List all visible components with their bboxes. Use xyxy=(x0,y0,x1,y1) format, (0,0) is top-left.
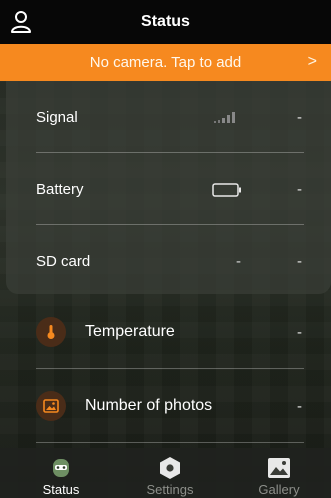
temperature-icon-circle xyxy=(36,317,66,347)
temperature-row: Temperature - xyxy=(36,295,304,369)
battery-value: - xyxy=(297,180,302,198)
thermometer-icon xyxy=(47,325,55,339)
signal-row: Signal - xyxy=(36,81,304,153)
add-camera-text: No camera. Tap to add xyxy=(89,54,242,71)
bottom-tab-bar: Status Settings Gallery xyxy=(0,448,331,498)
hexagon-gear-icon xyxy=(160,457,180,479)
signal-bars-icon xyxy=(214,112,235,123)
battery-icon xyxy=(212,183,241,197)
app-header: Status xyxy=(0,0,331,44)
photos-value: - xyxy=(297,397,302,415)
tab-settings[interactable]: Settings xyxy=(115,448,225,498)
temperature-value: - xyxy=(297,323,302,341)
tab-status-label: Status xyxy=(42,482,80,497)
tab-gallery-label: Gallery xyxy=(258,482,300,497)
camera-status-icon xyxy=(53,459,69,477)
photo-icon xyxy=(43,399,59,413)
tab-status[interactable]: Status xyxy=(6,448,116,498)
signal-value: - xyxy=(297,108,302,126)
user-icon[interactable] xyxy=(10,10,32,34)
photos-label: Number of photos xyxy=(85,397,213,414)
tab-gallery[interactable]: Gallery xyxy=(224,448,331,498)
add-camera-banner[interactable]: No camera. Tap to add > xyxy=(0,44,331,81)
gallery-icon xyxy=(268,458,290,478)
page-title: Status xyxy=(141,13,190,30)
sd-card-value: - xyxy=(297,252,302,270)
battery-row: Battery - xyxy=(36,153,304,225)
photos-row: Number of photos - xyxy=(36,369,304,443)
battery-label: Battery xyxy=(36,180,84,198)
sd-card-row: SD card - - xyxy=(36,225,304,297)
tab-settings-label: Settings xyxy=(146,482,194,497)
signal-label: Signal xyxy=(36,108,78,126)
photos-icon-circle xyxy=(36,391,66,421)
sd-card-capacity: - xyxy=(236,252,241,270)
sd-card-label: SD card xyxy=(36,252,91,270)
chevron-right-icon: > xyxy=(307,53,317,70)
temperature-label: Temperature xyxy=(85,323,175,340)
